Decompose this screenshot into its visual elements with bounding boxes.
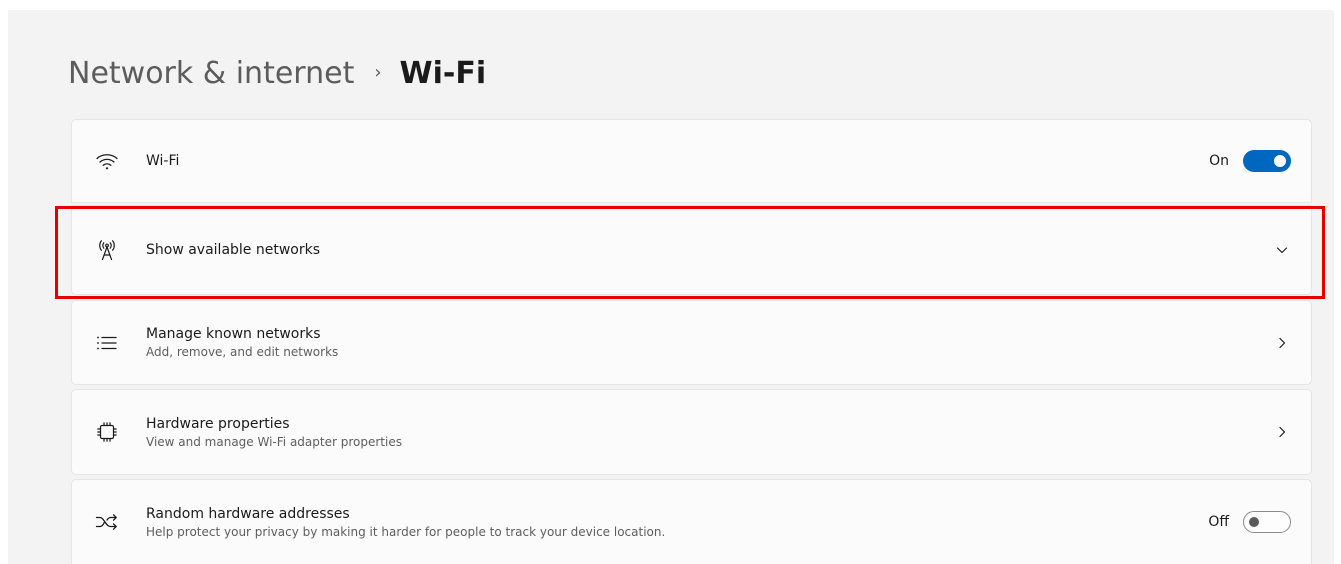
wifi-title: Wi-Fi xyxy=(146,153,180,169)
wifi-toggle-switch[interactable] xyxy=(1243,150,1291,172)
random-hardware-addresses-title: Random hardware addresses xyxy=(146,505,350,522)
toggle-knob xyxy=(1249,517,1259,527)
random-hardware-addresses-toggle-switch[interactable] xyxy=(1243,511,1291,533)
manage-known-networks-title: Manage known networks xyxy=(146,326,321,342)
chip-icon xyxy=(94,419,120,445)
breadcrumb: Network & internet › Wi-Fi xyxy=(68,52,486,96)
hardware-properties-title: Hardware properties xyxy=(146,415,290,432)
page-title: Wi-Fi xyxy=(399,56,487,91)
breadcrumb-parent[interactable]: Network & internet xyxy=(68,52,354,96)
hardware-properties-row[interactable]: Hardware properties View and manage Wi-F… xyxy=(71,389,1312,475)
hardware-properties-subtitle: View and manage Wi-Fi adapter properties xyxy=(146,434,402,449)
wifi-state-label: On xyxy=(1209,153,1229,169)
chevron-right-icon xyxy=(1273,423,1291,441)
manage-known-networks-subtitle: Add, remove, and edit networks xyxy=(146,345,339,359)
random-hardware-addresses-row: Random hardware addresses Help protect y… xyxy=(71,479,1312,564)
wifi-icon xyxy=(94,148,120,174)
list-icon xyxy=(94,330,120,356)
chevron-down-icon[interactable] xyxy=(1273,241,1291,259)
antenna-icon xyxy=(94,237,120,263)
wifi-toggle-row: Wi-Fi On xyxy=(71,119,1312,203)
toggle-knob xyxy=(1274,155,1286,167)
random-hardware-addresses-subtitle: Help protect your privacy by making it h… xyxy=(146,524,666,539)
breadcrumb-separator-icon: › xyxy=(374,62,382,83)
shuffle-icon xyxy=(94,509,120,535)
random-hardware-addresses-state-label: Off xyxy=(1208,514,1229,530)
show-available-networks-title: Show available networks xyxy=(146,242,321,258)
chevron-right-icon xyxy=(1273,334,1291,352)
show-available-networks-row[interactable]: Show available networks xyxy=(71,205,1312,295)
manage-known-networks-row[interactable]: Manage known networks Add, remove, and e… xyxy=(71,300,1312,385)
